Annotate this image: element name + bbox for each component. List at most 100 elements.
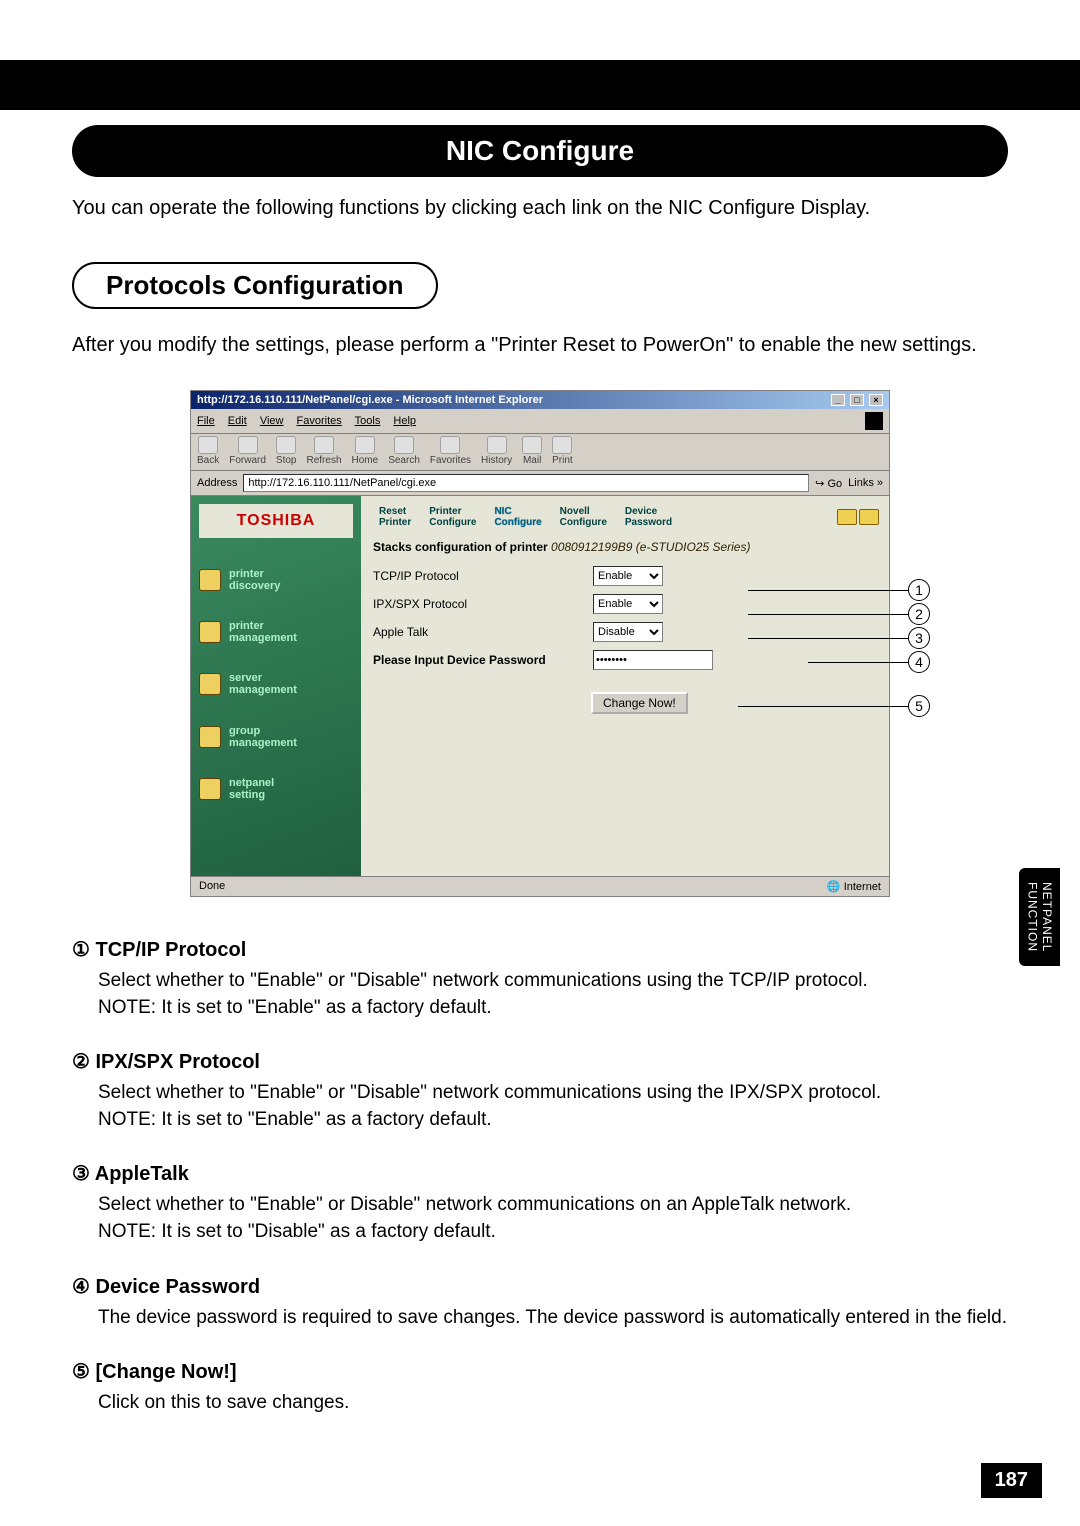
tab-device-password[interactable]: DevicePassword xyxy=(617,502,680,532)
tb-forward[interactable]: Forward xyxy=(229,436,266,466)
callout-3: 3 xyxy=(908,627,930,649)
tab-reset-printer[interactable]: ResetPrinter xyxy=(371,502,419,532)
mail-icon xyxy=(522,436,542,454)
stop-icon xyxy=(276,436,296,454)
forward-icon xyxy=(238,436,258,454)
menu-file[interactable]: File xyxy=(197,415,215,427)
right-panel: ResetPrinter PrinterConfigure NICConfigu… xyxy=(361,496,889,876)
menu-edit[interactable]: Edit xyxy=(228,415,247,427)
section-text: After you modify the settings, please pe… xyxy=(72,331,1008,360)
home-icon xyxy=(355,436,375,454)
menu-view[interactable]: View xyxy=(260,415,284,427)
printer-discovery-icon xyxy=(199,569,221,591)
print-icon xyxy=(552,436,572,454)
tb-history[interactable]: History xyxy=(481,436,512,466)
sidebar-item-printer-discovery[interactable]: printer discovery xyxy=(199,568,353,592)
ie-title-text: http://172.16.110.111/NetPanel/cgi.exe -… xyxy=(197,394,543,406)
tcpip-label: TCP/IP Protocol xyxy=(373,569,593,583)
ie-client-area: TOSHIBA printer discovery printer manage… xyxy=(191,496,889,876)
tb-favorites[interactable]: Favorites xyxy=(430,436,471,466)
tb-search[interactable]: Search xyxy=(388,436,420,466)
description-list: ① TCP/IP Protocol Select whether to "Ena… xyxy=(72,937,1008,1417)
password-input[interactable] xyxy=(593,650,713,670)
ie-toolbar: Back Forward Stop Refresh Home Search Fa… xyxy=(191,434,889,471)
callout-line-2 xyxy=(748,614,908,615)
desc-item-3: ③ AppleTalk Select whether to "Enable" o… xyxy=(72,1161,1008,1245)
callout-4: 4 xyxy=(908,651,930,673)
tb-print[interactable]: Print xyxy=(552,436,573,466)
folder-icon[interactable] xyxy=(837,509,857,525)
menu-tools[interactable]: Tools xyxy=(355,415,381,427)
printer-management-icon xyxy=(199,621,221,643)
search-icon xyxy=(394,436,414,454)
stacks-line: Stacks configuration of printer 00809121… xyxy=(361,532,889,562)
go-button[interactable]: ↪ Go xyxy=(815,477,842,490)
row-password: Please Input Device Password xyxy=(361,646,889,674)
ie-window: http://172.16.110.111/NetPanel/cgi.exe -… xyxy=(190,390,890,897)
password-label: Please Input Device Password xyxy=(373,653,593,667)
callout-line-1 xyxy=(748,590,908,591)
intro-text: You can operate the following functions … xyxy=(72,195,1008,222)
desc-item-5: ⑤ [Change Now!] Click on this to save ch… xyxy=(72,1359,1008,1417)
page-number: 187 xyxy=(981,1463,1042,1498)
ipxspx-label: IPX/SPX Protocol xyxy=(373,597,593,611)
side-tab: NETPANEL FUNCTION xyxy=(1019,868,1060,966)
sidebar-item-netpanel-setting[interactable]: netpanel setting xyxy=(199,777,353,801)
back-icon xyxy=(198,436,218,454)
status-left: Done xyxy=(199,880,225,893)
callout-2: 2 xyxy=(908,603,930,625)
ie-titlebar: http://172.16.110.111/NetPanel/cgi.exe -… xyxy=(191,391,889,409)
tab-nic-configure[interactable]: NICConfigure xyxy=(486,502,549,532)
history-icon xyxy=(487,436,507,454)
sidebar-item-printer-management[interactable]: printer management xyxy=(199,620,353,644)
change-row: Change Now! xyxy=(361,674,889,714)
page-content: NIC Configure You can operate the follow… xyxy=(72,125,1008,1445)
appletalk-label: Apple Talk xyxy=(373,625,593,639)
tab-icon-group xyxy=(837,509,879,525)
server-management-icon xyxy=(199,673,221,695)
callout-5: 5 xyxy=(908,695,930,717)
ie-logo-icon xyxy=(865,412,883,430)
tb-refresh[interactable]: Refresh xyxy=(307,436,342,466)
callout-line-3 xyxy=(748,638,908,639)
callout-line-5 xyxy=(738,706,908,707)
menu-favorites[interactable]: Favorites xyxy=(297,415,342,427)
sidebar-item-server-management[interactable]: server management xyxy=(199,672,353,696)
row-tcpip: TCP/IP Protocol Enable xyxy=(361,562,889,590)
screenshot: http://172.16.110.111/NetPanel/cgi.exe -… xyxy=(190,390,890,897)
tb-mail[interactable]: Mail xyxy=(522,436,542,466)
menu-help[interactable]: Help xyxy=(393,415,416,427)
group-management-icon xyxy=(199,726,221,748)
desc-item-4: ④ Device Password The device password is… xyxy=(72,1274,1008,1332)
close-icon[interactable]: × xyxy=(869,394,883,406)
ie-menubar: File Edit View Favorites Tools Help xyxy=(191,409,889,434)
ie-status-bar: Done 🌐 Internet xyxy=(191,876,889,896)
address-label: Address xyxy=(197,477,237,489)
page-title-banner: NIC Configure xyxy=(72,125,1008,177)
links-label[interactable]: Links » xyxy=(848,477,883,489)
favorites-icon xyxy=(440,436,460,454)
left-panel: TOSHIBA printer discovery printer manage… xyxy=(191,496,361,876)
desc-item-1: ① TCP/IP Protocol Select whether to "Ena… xyxy=(72,937,1008,1021)
tab-printer-configure[interactable]: PrinterConfigure xyxy=(421,502,484,532)
row-appletalk: Apple Talk Disable xyxy=(361,618,889,646)
ipxspx-select[interactable]: Enable xyxy=(593,594,663,614)
sidebar-item-group-management[interactable]: group management xyxy=(199,725,353,749)
section-heading: Protocols Configuration xyxy=(72,262,438,309)
address-input[interactable] xyxy=(243,474,809,492)
change-now-button[interactable]: Change Now! xyxy=(591,692,688,714)
minimize-icon[interactable]: _ xyxy=(831,394,845,406)
tb-home[interactable]: Home xyxy=(352,436,379,466)
tcpip-select[interactable]: Enable xyxy=(593,566,663,586)
ie-address-bar: Address ↪ Go Links » xyxy=(191,471,889,496)
top-black-bar xyxy=(0,60,1080,110)
tb-stop[interactable]: Stop xyxy=(276,436,297,466)
help-icon[interactable] xyxy=(859,509,879,525)
tab-row: ResetPrinter PrinterConfigure NICConfigu… xyxy=(361,496,889,532)
tb-back[interactable]: Back xyxy=(197,436,219,466)
refresh-icon xyxy=(314,436,334,454)
netpanel-setting-icon xyxy=(199,778,221,800)
tab-novell-configure[interactable]: NovellConfigure xyxy=(552,502,615,532)
maximize-icon[interactable]: □ xyxy=(850,394,864,406)
appletalk-select[interactable]: Disable xyxy=(593,622,663,642)
